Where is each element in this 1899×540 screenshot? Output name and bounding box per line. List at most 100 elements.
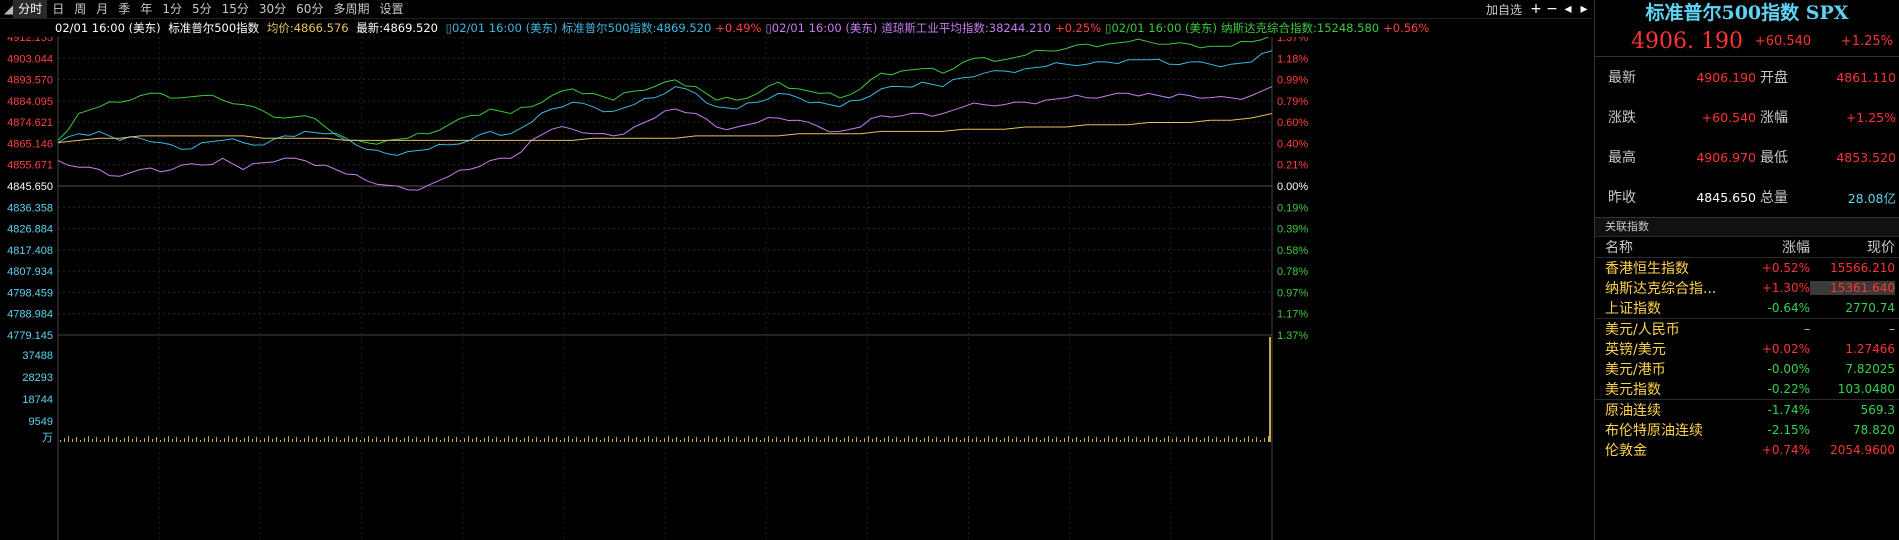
arrow-left-icon[interactable]: ◂ bbox=[1561, 1, 1575, 17]
volume-bar bbox=[148, 436, 149, 442]
volume-bar bbox=[964, 438, 965, 442]
add-watchlist-button[interactable]: 加自选 bbox=[1486, 1, 1522, 18]
price-change: +60.540 bbox=[1754, 33, 1812, 49]
legend-series-1: 道琼斯工业平均指数:38244.210 bbox=[881, 21, 1051, 35]
volume-bar bbox=[864, 438, 865, 442]
legend-series-0: 标准普尔500指数:4869.520 bbox=[561, 21, 712, 35]
volume-bar bbox=[1128, 436, 1129, 442]
volume-bar bbox=[560, 440, 561, 442]
volume-bar bbox=[512, 439, 513, 442]
related-item[interactable]: 布伦特原油连续 -2.15% 78.820 bbox=[1595, 420, 1899, 440]
dropdown-arrow-icon[interactable]: ◢ bbox=[0, 2, 13, 16]
period-tab-7[interactable]: 5分 bbox=[187, 0, 217, 18]
period-tab-3[interactable]: 月 bbox=[91, 0, 113, 18]
volume-bar bbox=[280, 440, 281, 442]
volume-bar bbox=[144, 438, 145, 442]
volume-bar bbox=[668, 436, 669, 442]
related-item[interactable]: 纳斯达克综合指... +1.30% 15361.640 bbox=[1595, 278, 1899, 298]
intraday-chart[interactable]: 4912.155 1.37% 4903.044 1.18% 4893.570 0.99% 4… bbox=[0, 37, 1592, 540]
volume-bar bbox=[336, 437, 337, 442]
panel-title: 标准普尔500指数 SPX bbox=[1645, 2, 1849, 24]
volume-bar bbox=[684, 438, 685, 442]
period-tab-0[interactable]: 分时 bbox=[13, 0, 48, 18]
related-item[interactable]: 原油连续 -1.74% 569.3 bbox=[1595, 399, 1899, 420]
volume-bar bbox=[1144, 438, 1145, 442]
volume-bar bbox=[972, 439, 973, 442]
volume-bar bbox=[332, 439, 333, 442]
volume-bar bbox=[620, 440, 621, 442]
volume-bar bbox=[700, 440, 701, 442]
volume-bar bbox=[1236, 437, 1237, 442]
arrow-right-icon[interactable]: ▸ bbox=[1577, 1, 1591, 17]
volume-bar bbox=[444, 438, 445, 442]
volume-bar bbox=[1152, 439, 1153, 442]
volume-bar bbox=[648, 436, 649, 442]
period-tab-9[interactable]: 30分 bbox=[254, 0, 291, 18]
volume-bar bbox=[908, 436, 909, 442]
related-item[interactable]: 美元/港币 -0.00% 7.82025 bbox=[1595, 359, 1899, 379]
volume-bar bbox=[216, 437, 217, 442]
volume-bar bbox=[940, 440, 941, 442]
volume-bar bbox=[516, 437, 517, 442]
last-value: 4869.520 bbox=[383, 21, 438, 35]
volume-bar bbox=[152, 439, 153, 442]
legend-date-2: 02/01 16:00 (美东) bbox=[1111, 21, 1218, 35]
volume-bar bbox=[1172, 439, 1173, 442]
period-tab-10[interactable]: 60分 bbox=[291, 0, 328, 18]
volume-bar bbox=[136, 437, 137, 442]
volume-tick: 9549 bbox=[29, 416, 53, 428]
volume-bar bbox=[1244, 438, 1245, 442]
period-tab-12[interactable]: 设置 bbox=[374, 0, 408, 18]
y-tick-left: 4807.934 bbox=[7, 266, 53, 278]
volume-bar bbox=[272, 439, 273, 442]
volume-bar bbox=[424, 438, 425, 442]
related-change: -2.15% bbox=[1767, 423, 1810, 437]
stat-label: 最低 bbox=[1760, 150, 1788, 166]
volume-bar bbox=[956, 437, 957, 442]
stat-row: 昨收 4845.650 总量 28.08亿 bbox=[1595, 177, 1899, 217]
period-tab-1[interactable]: 日 bbox=[47, 0, 69, 18]
y-tick-left: 4855.671 bbox=[7, 160, 53, 172]
volume-bar bbox=[168, 436, 169, 442]
volume-bar bbox=[564, 438, 565, 442]
volume-bar bbox=[1072, 439, 1073, 442]
related-item[interactable]: 上证指数 -0.64% 2770.74 bbox=[1595, 298, 1899, 318]
minus-icon[interactable]: − bbox=[1545, 1, 1559, 17]
volume-bar bbox=[284, 438, 285, 442]
related-name: 香港恒生指数 bbox=[1605, 261, 1689, 277]
volume-bar bbox=[628, 436, 629, 442]
y-tick-left: 4845.650 bbox=[7, 181, 53, 193]
volume-bar bbox=[968, 436, 969, 442]
volume-bar bbox=[776, 437, 777, 442]
volume-bar bbox=[256, 437, 257, 442]
volume-bar bbox=[304, 438, 305, 442]
related-item[interactable]: 香港恒生指数 +0.52% 15566.210 bbox=[1595, 258, 1899, 278]
related-item[interactable]: 伦敦金 +0.74% 2054.9600 bbox=[1595, 440, 1899, 460]
period-tab-4[interactable]: 季 bbox=[113, 0, 135, 18]
stat-value: 28.08亿 bbox=[1847, 190, 1896, 206]
related-item[interactable]: 英镑/美元 +0.02% 1.27466 bbox=[1595, 339, 1899, 359]
volume-bar bbox=[448, 436, 449, 442]
related-item[interactable]: 美元指数 -0.22% 103.0480 bbox=[1595, 379, 1899, 399]
period-tab-5[interactable]: 年 bbox=[135, 0, 157, 18]
period-tab-8[interactable]: 15分 bbox=[217, 0, 254, 18]
y-tick-left: 4817.408 bbox=[7, 245, 53, 257]
related-item[interactable]: 美元/人民币 – – bbox=[1595, 318, 1899, 339]
volume-bar bbox=[760, 440, 761, 442]
volume-bar bbox=[792, 439, 793, 442]
volume-bar bbox=[292, 439, 293, 442]
period-tab-11[interactable]: 多周期 bbox=[328, 0, 374, 18]
volume-bar bbox=[740, 440, 741, 442]
period-tab-2[interactable]: 周 bbox=[69, 0, 91, 18]
plus-icon[interactable]: + bbox=[1529, 1, 1543, 17]
volume-bar bbox=[128, 436, 129, 442]
volume-bar bbox=[548, 436, 549, 442]
volume-bar bbox=[984, 438, 985, 442]
period-tab-6[interactable]: 1分 bbox=[157, 0, 187, 18]
volume-bar bbox=[1004, 438, 1005, 442]
legend-series-2: 纳斯达克综合指数:15248.580 bbox=[1221, 21, 1380, 35]
volume-bar bbox=[132, 439, 133, 442]
volume-bar bbox=[1204, 438, 1205, 442]
info-name: 标准普尔500指数 bbox=[168, 21, 260, 35]
volume-tick: 万 bbox=[42, 432, 53, 444]
